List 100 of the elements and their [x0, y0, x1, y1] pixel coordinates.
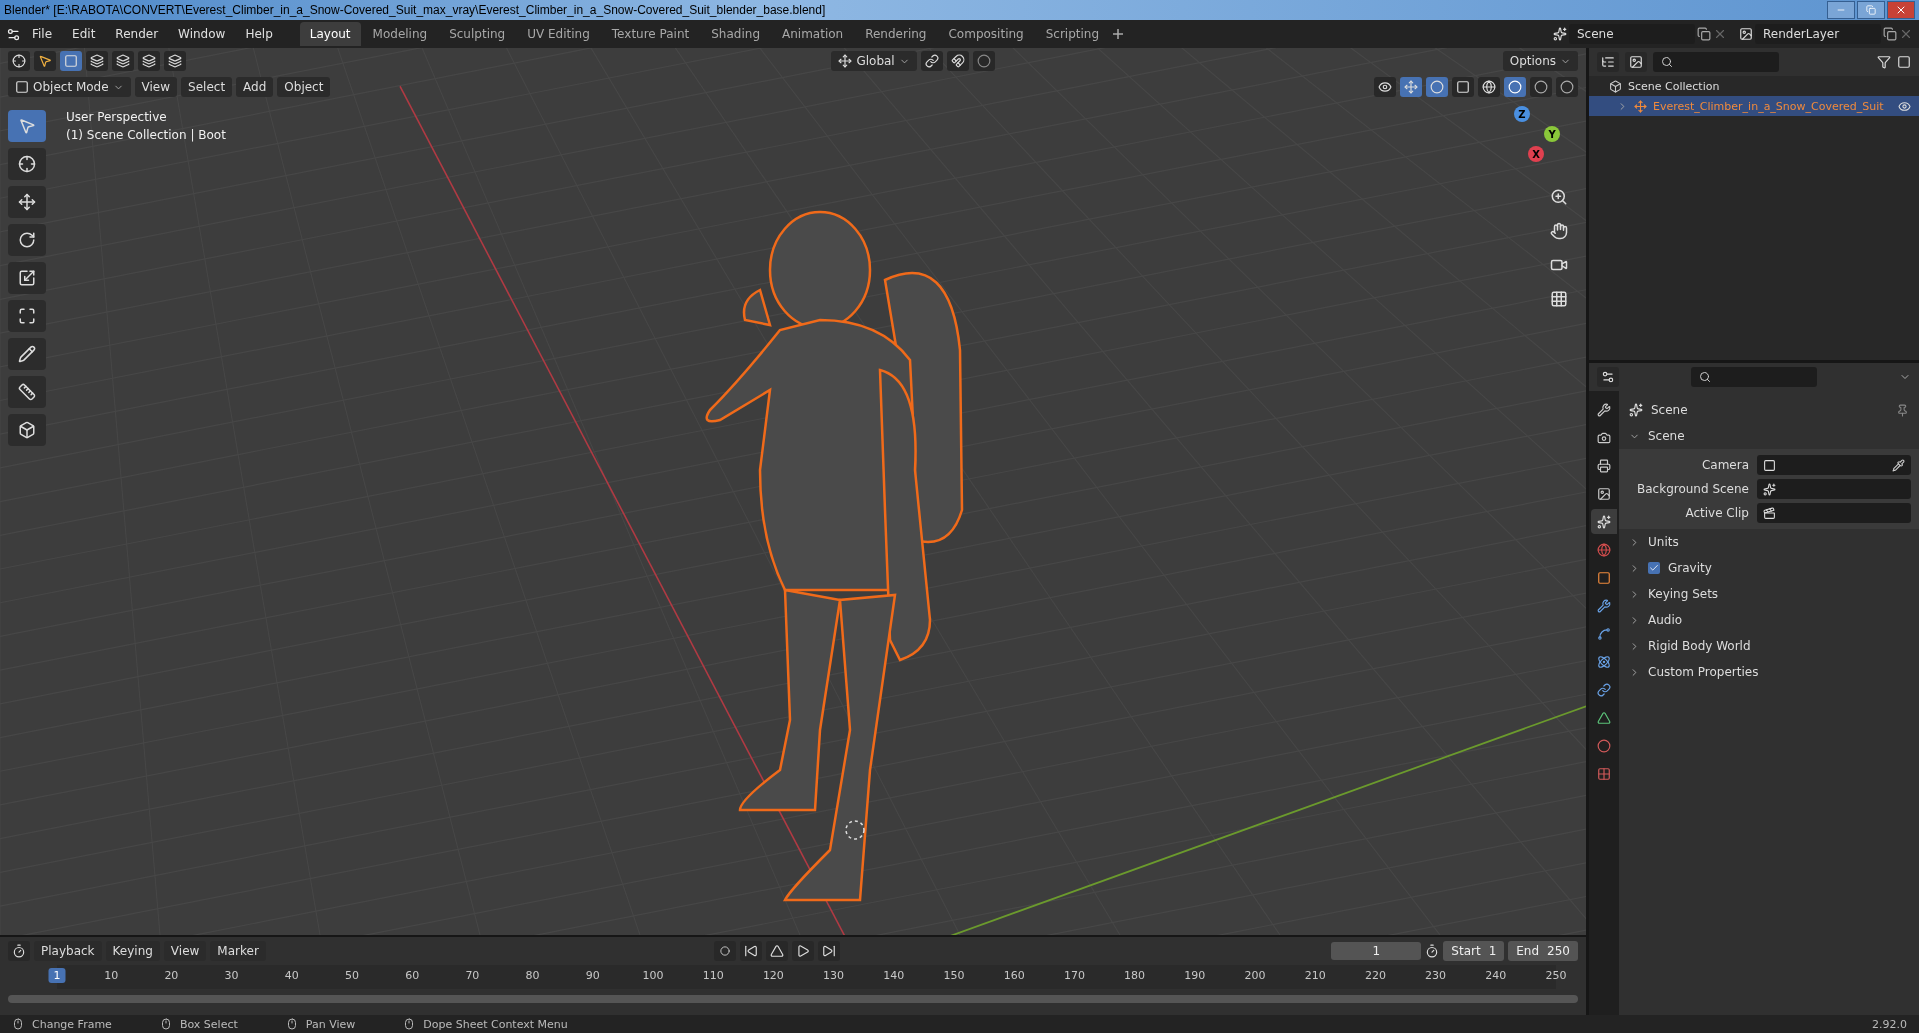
select-icon[interactable]: [18, 117, 36, 135]
orientation-dropdown[interactable]: Global: [831, 51, 917, 71]
frame-number[interactable]: 170: [1058, 968, 1090, 983]
wrench-icon[interactable]: [1597, 598, 1611, 613]
timeline-menu[interactable]: Marker: [210, 941, 266, 961]
workspace-tab[interactable]: Compositing: [938, 22, 1034, 46]
tool-button[interactable]: [8, 338, 46, 370]
section-header[interactable]: Units: [1648, 535, 1679, 549]
tool-icon[interactable]: [1597, 402, 1611, 417]
search-field[interactable]: [1653, 52, 1779, 72]
filter-icon[interactable]: [1877, 55, 1891, 69]
object-mode-icon[interactable]: [15, 80, 29, 94]
globe-icon[interactable]: [1597, 542, 1611, 557]
property-field[interactable]: [1757, 455, 1911, 475]
scene-icon[interactable]: [1553, 27, 1567, 41]
tool-button[interactable]: [8, 148, 46, 180]
workspace-tab[interactable]: Sculpting: [439, 22, 516, 46]
image-icon[interactable]: [1597, 486, 1611, 501]
viewport-menu[interactable]: Add: [236, 77, 274, 97]
frame-number[interactable]: 250: [1540, 968, 1572, 983]
view-layer-field[interactable]: RenderLayer: [1755, 24, 1881, 44]
timeline-menu[interactable]: Playback: [34, 941, 102, 961]
tool-button[interactable]: [8, 414, 46, 446]
eyedropper-icon[interactable]: [1892, 458, 1905, 472]
frame-number[interactable]: 210: [1299, 968, 1331, 983]
camera-icon[interactable]: [1597, 430, 1611, 445]
workspace-tab[interactable]: Layout: [299, 22, 361, 46]
frame-number[interactable]: 200: [1239, 968, 1271, 983]
minimize-button[interactable]: [1827, 1, 1855, 19]
viewport-menu[interactable]: Object: [277, 77, 331, 97]
panel-header[interactable]: Scene: [1619, 423, 1919, 449]
new-collection-icon[interactable]: [1897, 55, 1911, 69]
record-icon[interactable]: [719, 946, 730, 956]
particles-icon[interactable]: [1597, 626, 1611, 641]
search-field[interactable]: [1691, 367, 1817, 387]
pin-icon[interactable]: [1896, 403, 1909, 417]
frame-number[interactable]: 220: [1359, 968, 1391, 983]
viewport-menu[interactable]: Select: [181, 77, 233, 97]
frame-number[interactable]: 230: [1420, 968, 1452, 983]
record-button[interactable]: [713, 941, 736, 961]
scene-field[interactable]: Scene: [1569, 24, 1695, 44]
navigation-gizmo[interactable]: Z Y X: [1482, 106, 1572, 176]
menu-item[interactable]: Render: [106, 23, 168, 45]
end-frame-field[interactable]: End 250: [1508, 941, 1578, 961]
eye-icon[interactable]: [1898, 99, 1911, 113]
add-workspace-icon[interactable]: [1111, 27, 1126, 41]
workspace-tab[interactable]: Modeling: [362, 22, 438, 46]
frame-number[interactable]: 140: [878, 968, 910, 983]
workspace-tab[interactable]: UV Editing: [517, 22, 600, 46]
workspace-tab[interactable]: Scripting: [1035, 22, 1110, 46]
printer-icon[interactable]: [1597, 458, 1611, 473]
frame-number[interactable]: 1: [48, 968, 66, 983]
duplicate-icon[interactable]: [1697, 27, 1711, 41]
frame-number[interactable]: 70: [460, 968, 485, 983]
current-frame-field[interactable]: 1: [1331, 942, 1422, 960]
frame-number[interactable]: 80: [520, 968, 545, 983]
section-header[interactable]: Gravity: [1668, 561, 1712, 575]
frame-number[interactable]: 30: [219, 968, 244, 983]
workspace-tab[interactable]: Animation: [772, 22, 854, 46]
rotate-icon[interactable]: [18, 231, 36, 249]
options-dropdown[interactable]: Options: [1502, 51, 1578, 71]
menu-item[interactable]: File: [23, 23, 62, 45]
view-layer-icon[interactable]: [1739, 27, 1753, 41]
scale-icon[interactable]: [18, 269, 36, 287]
3d-viewport[interactable]: Global Options Object Mode View Select Add Object User Perspective (1) Scene Collection | Boot Z Y X: [0, 48, 1586, 935]
frame-number[interactable]: 190: [1179, 968, 1211, 983]
section-header[interactable]: Rigid Body World: [1648, 639, 1751, 653]
object-square-icon[interactable]: [1597, 570, 1611, 585]
restore-button[interactable]: [1857, 1, 1885, 19]
cursor-icon[interactable]: [18, 155, 36, 173]
tool-button[interactable]: [8, 224, 46, 256]
axes-icon[interactable]: [838, 54, 853, 68]
frame-number[interactable]: 50: [339, 968, 364, 983]
section-header[interactable]: Custom Properties: [1648, 665, 1759, 679]
frame-number[interactable]: 100: [637, 968, 669, 983]
frame-number[interactable]: 110: [697, 968, 729, 983]
checker-icon[interactable]: [1597, 766, 1611, 781]
tool-button[interactable]: [8, 186, 46, 218]
frame-number[interactable]: 60: [400, 968, 425, 983]
menu-item[interactable]: Help: [236, 23, 282, 45]
property-field[interactable]: [1757, 479, 1911, 499]
frame-number[interactable]: 240: [1480, 968, 1512, 983]
duplicate-icon[interactable]: [1883, 27, 1897, 41]
frame-number[interactable]: 120: [757, 968, 789, 983]
section-header[interactable]: Keying Sets: [1648, 587, 1719, 601]
mesh-data-icon[interactable]: [1597, 710, 1611, 725]
timeline-menu[interactable]: Keying: [105, 941, 160, 961]
workspace-tab[interactable]: Shading: [701, 22, 770, 46]
frame-number[interactable]: 160: [998, 968, 1030, 983]
frame-number[interactable]: 130: [818, 968, 850, 983]
frame-number[interactable]: 150: [938, 968, 970, 983]
move-icon[interactable]: [18, 193, 36, 211]
frame-number[interactable]: 10: [99, 968, 124, 983]
stopwatch-icon[interactable]: [1425, 944, 1440, 958]
ruler-icon[interactable]: [18, 383, 36, 401]
tool-button[interactable]: [8, 376, 46, 408]
section-header[interactable]: Audio: [1648, 613, 1683, 627]
properties-tab[interactable]: [1591, 509, 1617, 534]
tool-button[interactable]: [8, 262, 46, 294]
mode-dropdown[interactable]: Object Mode: [8, 77, 131, 97]
